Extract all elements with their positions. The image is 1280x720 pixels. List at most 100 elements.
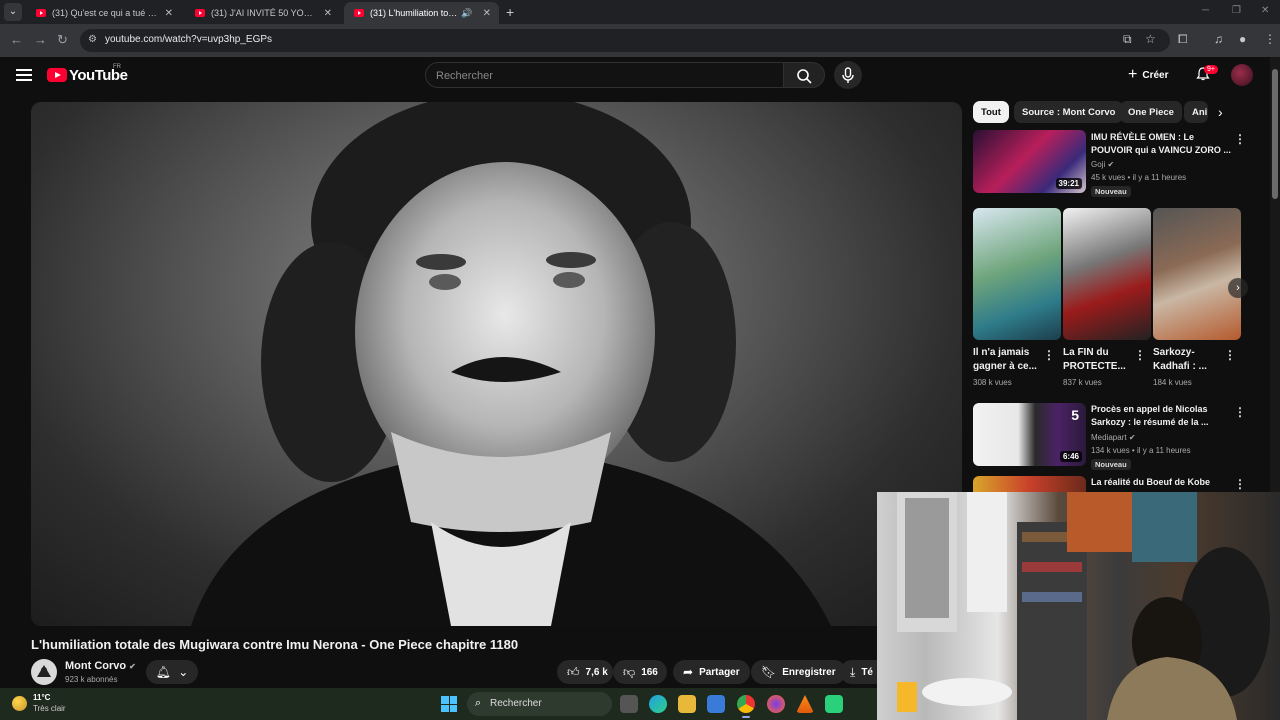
- region-code: FR: [113, 64, 121, 70]
- recommendation-channel[interactable]: Mediapart ✔: [1091, 431, 1136, 444]
- short-thumbnail[interactable]: [973, 208, 1061, 340]
- account-avatar[interactable]: [1231, 64, 1253, 86]
- dislike-button[interactable]: 👎︎ 166: [613, 660, 667, 684]
- forward-icon[interactable]: →: [34, 32, 47, 47]
- profile-icon[interactable]: ●: [1239, 32, 1246, 46]
- short-views: 184 k vues: [1153, 378, 1192, 387]
- windows-taskbar: 11°C Très clair ⌕ Rechercher: [0, 688, 877, 720]
- address-bar[interactable]: ⚙ youtube.com/watch?v=uvp3hp_EGPs: [80, 29, 1170, 52]
- download-button[interactable]: ⤓ Té: [840, 660, 877, 684]
- chip-one-piece[interactable]: One Piece: [1120, 101, 1182, 123]
- recommendation-title[interactable]: IMU RÉVÈLE OMEN : Le POUVOIR qui a VAINC…: [1091, 131, 1231, 157]
- save-label: Enregistrer: [782, 666, 836, 678]
- weather-description[interactable]: Très clair: [33, 704, 66, 713]
- more-options-icon[interactable]: ⋮: [1043, 348, 1055, 362]
- more-options-icon[interactable]: ⋮: [1234, 477, 1246, 491]
- more-options-icon[interactable]: ⋮: [1134, 348, 1146, 362]
- close-tab-icon[interactable]: ✕: [165, 8, 173, 19]
- browser-tab-2[interactable]: (31) J'AI INVITÉ 50 YOUTUBEUR ✕: [185, 2, 340, 24]
- reload-icon[interactable]: ↻: [57, 32, 68, 48]
- browser-tab-3-active[interactable]: (31) L'humiliation totale de 🔊 ✕: [344, 2, 499, 24]
- chevron-right-icon[interactable]: ›: [1228, 278, 1248, 298]
- close-window-icon[interactable]: ✕: [1261, 5, 1269, 16]
- recommendation-channel[interactable]: Goji ✔: [1091, 158, 1114, 171]
- task-view-icon[interactable]: [620, 695, 638, 713]
- subscription-notifications-button[interactable]: 🔔︎ ⌄: [146, 660, 198, 684]
- more-options-icon[interactable]: ⋮: [1234, 405, 1246, 419]
- search-input[interactable]: Rechercher: [425, 62, 783, 88]
- back-icon[interactable]: ←: [10, 32, 23, 47]
- windows-start-icon[interactable]: [441, 696, 457, 712]
- youtube-logo-icon[interactable]: [47, 68, 67, 82]
- recommendation-title[interactable]: Procès en appel de Nicolas Sarkozy : le …: [1091, 403, 1231, 429]
- tab-search-icon[interactable]: ⌄: [4, 3, 22, 21]
- share-label: Partager: [699, 666, 740, 678]
- more-options-icon[interactable]: ⋮: [1224, 348, 1236, 362]
- thumbs-up-icon: 👍︎: [567, 664, 580, 679]
- chrome-browser-icon[interactable]: [737, 695, 755, 718]
- video-frame-portrait: [191, 102, 831, 626]
- channel-avatar[interactable]: [31, 659, 57, 685]
- video-player[interactable]: [31, 102, 962, 626]
- url-text[interactable]: youtube.com/watch?v=uvp3hp_EGPs: [105, 34, 272, 45]
- more-options-icon[interactable]: ⋮: [1234, 132, 1246, 146]
- short-title[interactable]: Sarkozy-Kadhafi : ...: [1153, 346, 1221, 374]
- speaker-icon[interactable]: 🔊: [461, 8, 472, 19]
- browser-tab-1[interactable]: (31) Qu'est ce qui a tué le fitgo ✕: [26, 2, 181, 24]
- close-tab-icon[interactable]: ✕: [324, 8, 332, 19]
- chevron-right-icon[interactable]: ›: [1218, 104, 1223, 120]
- new-badge: Nouveau: [1091, 186, 1131, 197]
- chip-source[interactable]: Source : Mont Corvo: [1014, 101, 1124, 123]
- weather-sun-icon[interactable]: [12, 696, 27, 711]
- close-tab-icon[interactable]: ✕: [483, 8, 491, 19]
- minimize-icon[interactable]: ─: [1202, 5, 1209, 16]
- browser-menu-icon[interactable]: ⋮: [1264, 32, 1276, 46]
- scrollbar-thumb[interactable]: [1272, 69, 1278, 199]
- microsoft-store-icon[interactable]: [707, 695, 725, 713]
- search-placeholder: Rechercher: [436, 70, 493, 82]
- recommendation-title[interactable]: La réalité du Boeuf de Kobe: [1091, 476, 1231, 489]
- search-button[interactable]: [783, 62, 825, 88]
- taskbar-search-box[interactable]: ⌕ Rechercher: [467, 692, 612, 716]
- chip-all[interactable]: Tout: [973, 101, 1009, 123]
- save-button[interactable]: 🔖︎ Enregistrer: [751, 660, 846, 684]
- like-button[interactable]: 👍︎ 7,6 k: [557, 660, 613, 684]
- extensions-icon[interactable]: ⧠: [1178, 32, 1188, 47]
- webcam-overlay: [877, 492, 1280, 720]
- recommendation-channel-text: Goji: [1091, 160, 1106, 169]
- screen: ⌄ (31) Qu'est ce qui a tué le fitgo ✕ (3…: [0, 0, 1280, 720]
- short-title[interactable]: Il n'a jamais gagner à ce...: [973, 346, 1043, 374]
- duration-badge: 6:46: [1059, 451, 1082, 462]
- download-label: Té: [861, 666, 873, 678]
- youtube-favicon-icon: [195, 9, 205, 17]
- hamburger-menu-icon[interactable]: [16, 69, 32, 81]
- channel-name[interactable]: Mont Corvo ✔: [65, 660, 136, 672]
- bookmark-star-icon[interactable]: ☆: [1145, 32, 1156, 46]
- channel-name-text: Mont Corvo: [65, 660, 127, 672]
- restore-icon[interactable]: ❐: [1232, 5, 1241, 16]
- notification-count-badge: 9+: [1204, 65, 1218, 74]
- site-info-icon[interactable]: ⚙: [88, 34, 97, 45]
- recommendation-thumbnail[interactable]: 5 6:46: [973, 403, 1086, 466]
- download-icon: ⤓: [850, 664, 856, 679]
- voice-search-button[interactable]: [834, 61, 862, 89]
- short-thumbnail[interactable]: [1063, 208, 1151, 340]
- short-title[interactable]: La FIN du PROTECTE...: [1063, 346, 1131, 374]
- chip-anime[interactable]: Ani: [1184, 101, 1208, 123]
- file-explorer-icon[interactable]: [678, 695, 696, 713]
- short-views: 308 k vues: [973, 378, 1012, 387]
- edge-browser-icon[interactable]: [649, 695, 667, 713]
- new-tab-button[interactable]: +: [506, 4, 514, 20]
- short-thumbnail[interactable]: [1153, 208, 1241, 340]
- vlc-player-icon[interactable]: [796, 695, 814, 713]
- weather-temperature[interactable]: 11°C: [33, 693, 50, 702]
- app-icon[interactable]: [825, 695, 843, 713]
- recommendation-thumbnail[interactable]: 39:21: [973, 130, 1086, 193]
- share-button[interactable]: ➦ Partager: [673, 660, 750, 684]
- taskbar-search-text: Rechercher: [490, 698, 542, 709]
- firefox-browser-icon[interactable]: [767, 695, 785, 713]
- cast-icon[interactable]: ⧉: [1123, 32, 1132, 47]
- plus-icon: +: [1128, 66, 1138, 83]
- create-button[interactable]: + Créer: [1128, 66, 1168, 84]
- media-control-icon[interactable]: ♫: [1214, 32, 1223, 46]
